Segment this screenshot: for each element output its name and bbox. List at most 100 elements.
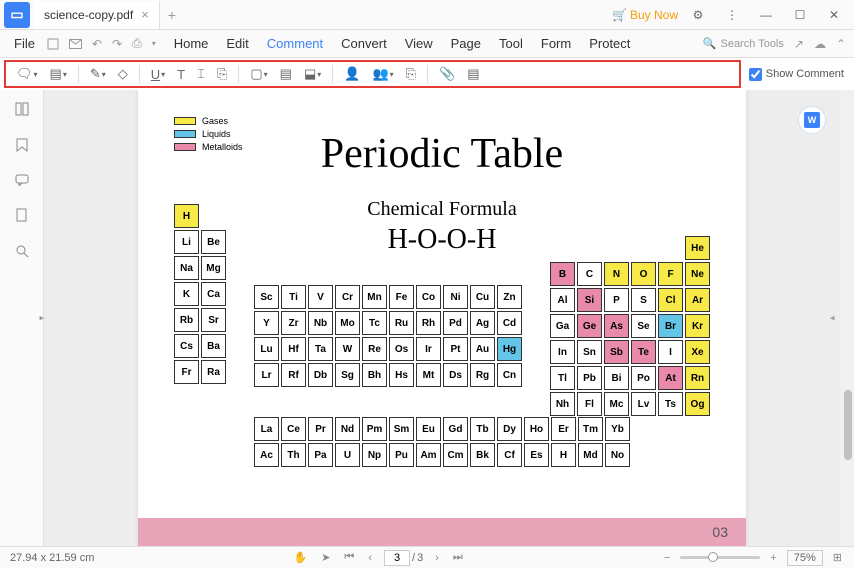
note-tool[interactable]: 🗨▾ <box>12 64 42 84</box>
zoom-slider-thumb[interactable] <box>708 552 718 562</box>
document-canvas[interactable]: Gases Liquids Metalloids Periodic Table … <box>44 90 840 546</box>
current-page-input[interactable] <box>384 550 410 566</box>
element-cell: Sm <box>389 417 414 441</box>
print-dropdown-icon[interactable]: ▾ <box>152 39 156 48</box>
next-page-button[interactable]: › <box>433 552 441 564</box>
tab-tool[interactable]: Tool <box>499 36 523 51</box>
attachments-panel-icon[interactable] <box>16 208 27 222</box>
element-cell: Sn <box>577 340 602 364</box>
buy-now-link[interactable]: 🛒 Buy Now <box>612 8 678 22</box>
pencil-tool[interactable]: ✎▾ <box>86 64 110 84</box>
cloud-icon[interactable]: ☁ <box>814 37 826 51</box>
save-icon[interactable] <box>47 38 59 50</box>
zoom-out-button[interactable]: − <box>662 552 672 564</box>
callout-tool[interactable]: ⎘ <box>213 64 231 84</box>
undo-icon[interactable]: ↶ <box>92 37 102 51</box>
search-panel-icon[interactable] <box>15 244 29 258</box>
maximize-button[interactable]: ☐ <box>786 1 814 29</box>
zoom-percent[interactable]: 75% <box>787 550 823 566</box>
minimize-button[interactable]: — <box>752 1 780 29</box>
element-cell: Hs <box>389 363 414 387</box>
element-cell: Cs <box>174 334 199 358</box>
expand-right-rail-icon[interactable]: ◂ <box>830 313 835 324</box>
element-cell: Sg <box>335 363 360 387</box>
tab-form[interactable]: Form <box>541 36 571 51</box>
print-icon[interactable]: ⎙ <box>132 36 142 51</box>
zoom-slider[interactable] <box>680 556 760 559</box>
element-cell: Er <box>551 417 576 441</box>
more-icon[interactable]: ⋮ <box>718 1 746 29</box>
workspace: ▸ Gases Liquids Metalloids Periodic Tabl… <box>0 90 854 546</box>
tab-edit[interactable]: Edit <box>226 36 248 51</box>
file-menu[interactable]: File <box>8 34 41 53</box>
element-cell: Cu <box>470 285 495 309</box>
hand-tool-icon[interactable]: ✋ <box>292 551 310 564</box>
close-window-button[interactable]: ✕ <box>820 1 848 29</box>
stamp-tool[interactable]: 👤 <box>340 64 364 84</box>
open-external-icon[interactable]: ↗ <box>794 37 804 51</box>
element-cell: K <box>174 282 199 306</box>
tab-protect[interactable]: Protect <box>589 36 630 51</box>
tab-convert[interactable]: Convert <box>341 36 387 51</box>
highlight-tool[interactable]: ▤▾ <box>46 64 71 84</box>
tab-view[interactable]: View <box>405 36 433 51</box>
element-cell: B <box>550 262 575 286</box>
page-indicator: / 3 <box>384 550 423 566</box>
element-cell: Co <box>416 285 441 309</box>
comment-box-tool[interactable]: ▤ <box>276 64 296 84</box>
last-page-button[interactable]: ⏭ <box>451 551 465 564</box>
attachment-tool[interactable]: 📎 <box>435 64 459 84</box>
first-page-button[interactable]: ⏮ <box>342 551 356 564</box>
select-tool-icon[interactable]: ➤ <box>319 551 332 564</box>
element-cell: Ce <box>281 417 306 441</box>
search-tools-box[interactable]: 🔍 Search Tools <box>703 37 784 50</box>
link-tool[interactable]: ⎘ <box>402 64 420 84</box>
total-pages: 3 <box>417 552 423 564</box>
element-cell: Ni <box>443 285 468 309</box>
element-cell: Kr <box>685 314 710 338</box>
settings-icon[interactable]: ⚙ <box>684 1 712 29</box>
element-cell <box>550 236 575 260</box>
vertical-scrollbar[interactable]: ◂ <box>840 90 854 546</box>
prev-page-button[interactable]: ‹ <box>366 552 374 564</box>
element-cell: Mo <box>335 311 360 335</box>
tab-comment[interactable]: Comment <box>267 36 323 51</box>
element-cell: Se <box>631 314 656 338</box>
element-cell: Ir <box>416 337 441 361</box>
tab-page[interactable]: Page <box>451 36 481 51</box>
show-comment-checkbox[interactable] <box>749 68 762 81</box>
bookmarks-icon[interactable] <box>16 138 28 152</box>
shape-rect-tool[interactable]: ▢▾ <box>246 64 271 84</box>
notes-panel-tool[interactable]: ▤ <box>463 64 483 84</box>
element-cell: Pb <box>577 366 602 390</box>
fit-page-icon[interactable]: ⊞ <box>831 551 844 564</box>
zoom-in-button[interactable]: + <box>768 552 778 564</box>
thumbnails-icon[interactable] <box>15 102 29 116</box>
file-tab[interactable]: science-copy.pdf × <box>34 1 160 29</box>
underline-tool[interactable]: U▾ <box>147 65 169 84</box>
element-cell: C <box>577 262 602 286</box>
tab-home[interactable]: Home <box>174 36 209 51</box>
element-cell: Am <box>416 443 441 467</box>
measure-tool[interactable]: ⬓▾ <box>300 64 325 84</box>
close-tab-icon[interactable]: × <box>141 7 149 22</box>
eraser-tool[interactable]: ◇ <box>114 64 132 84</box>
element-cell: Ca <box>201 282 226 306</box>
collapse-ribbon-icon[interactable]: ⌃ <box>836 37 846 51</box>
redo-icon[interactable]: ↷ <box>112 37 122 51</box>
comments-panel-icon[interactable] <box>15 174 29 186</box>
export-word-badge[interactable]: W <box>798 106 826 134</box>
signature-tool[interactable]: 👥▾ <box>368 64 397 84</box>
text-tool[interactable]: T <box>173 65 189 84</box>
textbox-tool[interactable]: ⌶ <box>193 64 209 84</box>
element-cell: Bh <box>362 363 387 387</box>
element-cell: H <box>551 443 576 467</box>
scroll-thumb[interactable] <box>844 390 852 460</box>
element-cell: Ar <box>685 288 710 312</box>
mail-icon[interactable] <box>69 39 82 49</box>
element-cell: Bi <box>604 366 629 390</box>
element-cell: Gd <box>443 417 468 441</box>
element-cell: Ru <box>389 311 414 335</box>
show-comment-toggle[interactable]: Show Comment <box>749 68 844 81</box>
new-tab-button[interactable]: + <box>160 7 184 23</box>
